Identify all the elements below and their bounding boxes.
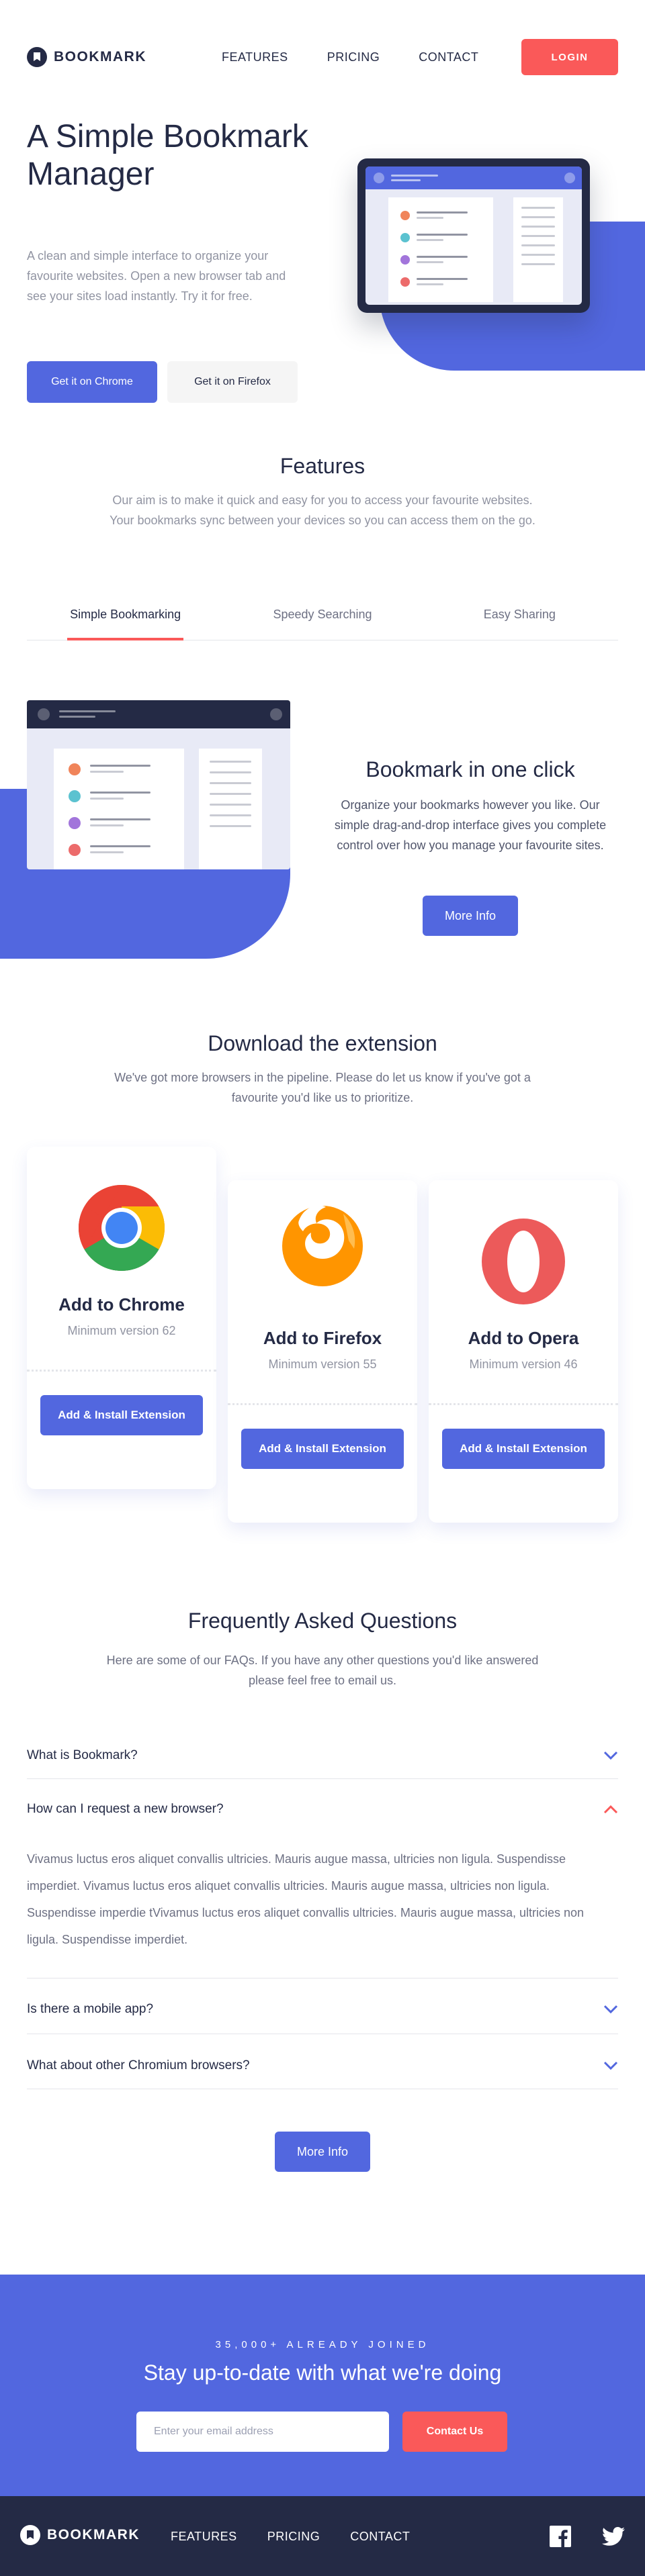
faq-item[interactable]: What about other Chromium browsers? bbox=[27, 2034, 618, 2089]
hero-title: A Simple Bookmark Manager bbox=[27, 119, 308, 192]
footer: BOOKMARK FEATURES PRICING CONTACT bbox=[0, 2496, 645, 2576]
brand-name: BOOKMARK bbox=[47, 2527, 140, 2542]
extensions-description: We've got more browsers in the pipeline.… bbox=[114, 1071, 531, 1104]
bookmark-logo-icon bbox=[27, 47, 47, 67]
feature-tabs: Simple Bookmarking Speedy Searching Easy… bbox=[27, 591, 618, 640]
features-title: Features bbox=[280, 454, 366, 478]
features-more-info-button[interactable]: More Info bbox=[423, 896, 518, 936]
hero-description: A clean and simple interface to organize… bbox=[27, 249, 286, 303]
faq-description: Here are some of our FAQs. If you have a… bbox=[106, 1654, 539, 1687]
footer-logo[interactable]: BOOKMARK bbox=[20, 2525, 140, 2545]
brand-logo[interactable]: BOOKMARK bbox=[27, 47, 146, 67]
get-chrome-button[interactable]: Get it on Chrome bbox=[27, 361, 157, 403]
card-version: Minimum version 46 bbox=[469, 1357, 578, 1371]
get-firefox-button[interactable]: Get it on Firefox bbox=[167, 361, 298, 403]
card-version: Minimum version 62 bbox=[67, 1324, 176, 1337]
top-navigation: BOOKMARK FEATURES PRICING CONTACT LOGIN bbox=[27, 37, 618, 77]
feature-panel-description: Organize your bookmarks however you like… bbox=[334, 798, 607, 852]
faq-item[interactable]: Is there a mobile app? bbox=[27, 1978, 618, 2034]
features-illustration bbox=[27, 700, 290, 869]
faq-question[interactable]: How can I request a new browser? bbox=[27, 1802, 224, 1817]
faq-question[interactable]: What about other Chromium browsers? bbox=[27, 2058, 250, 2073]
nav-links: FEATURES PRICING CONTACT bbox=[222, 50, 517, 64]
extension-card-firefox: Add to Firefox Minimum version 55 Add & … bbox=[228, 1180, 417, 1523]
faq-title: Frequently Asked Questions bbox=[187, 1609, 458, 1633]
install-chrome-button[interactable]: Add & Install Extension bbox=[40, 1395, 203, 1435]
opera-icon bbox=[482, 1219, 565, 1304]
card-divider bbox=[228, 1403, 417, 1405]
chevron-down-icon[interactable] bbox=[603, 2005, 618, 2014]
twitter-icon[interactable] bbox=[602, 2527, 625, 2546]
faq-more-info-button[interactable]: More Info bbox=[275, 2132, 370, 2172]
extension-card-opera: Add to Opera Minimum version 46 Add & In… bbox=[429, 1180, 618, 1523]
card-divider bbox=[27, 1370, 216, 1372]
nav-link-features[interactable]: FEATURES bbox=[222, 50, 288, 64]
card-title: Add to Chrome bbox=[58, 1294, 185, 1315]
extension-card-chrome: Add to Chrome Minimum version 62 Add & I… bbox=[27, 1147, 216, 1489]
card-version: Minimum version 55 bbox=[268, 1357, 377, 1371]
chevron-down-icon[interactable] bbox=[603, 2061, 618, 2070]
brand-name: BOOKMARK bbox=[54, 49, 146, 64]
faq-question[interactable]: What is Bookmark? bbox=[27, 1748, 138, 1763]
tab-easy-sharing[interactable]: Easy Sharing bbox=[421, 591, 618, 640]
footer-link-pricing[interactable]: PRICING bbox=[267, 2530, 320, 2544]
joined-count: 35,000+ ALREADY JOINED bbox=[215, 2339, 430, 2350]
chrome-icon bbox=[79, 1185, 165, 1271]
features-description: Our aim is to make it quick and easy for… bbox=[110, 493, 535, 527]
tab-simple-bookmarking[interactable]: Simple Bookmarking bbox=[27, 591, 224, 640]
install-firefox-button[interactable]: Add & Install Extension bbox=[241, 1429, 404, 1469]
card-title: Add to Opera bbox=[468, 1328, 579, 1348]
contact-us-button[interactable]: Contact Us bbox=[402, 2412, 507, 2452]
nav-link-pricing[interactable]: PRICING bbox=[327, 50, 380, 64]
tab-speedy-searching[interactable]: Speedy Searching bbox=[224, 591, 421, 640]
faq-item[interactable]: What is Bookmark? bbox=[27, 1725, 618, 1779]
bookmark-logo-icon bbox=[20, 2525, 40, 2545]
card-title: Add to Firefox bbox=[263, 1328, 382, 1348]
newsletter-title: Stay up-to-date with what we're doing bbox=[143, 2360, 502, 2385]
newsletter-section: 35,000+ ALREADY JOINED Stay up-to-date w… bbox=[0, 2275, 645, 2496]
facebook-icon[interactable] bbox=[550, 2526, 571, 2547]
faq-answer: Vivamus luctus eros aliquet convallis ul… bbox=[27, 1852, 585, 1946]
footer-link-contact[interactable]: CONTACT bbox=[350, 2530, 410, 2544]
faq-question[interactable]: Is there a mobile app? bbox=[27, 2002, 153, 2017]
footer-links: FEATURES PRICING CONTACT bbox=[171, 2530, 440, 2544]
card-divider bbox=[429, 1403, 618, 1405]
extensions-title: Download the extension bbox=[208, 1031, 437, 1055]
firefox-icon bbox=[282, 1205, 363, 1286]
feature-panel-title: Bookmark in one click bbox=[366, 757, 575, 781]
chevron-down-icon[interactable] bbox=[603, 1751, 618, 1760]
footer-link-features[interactable]: FEATURES bbox=[171, 2530, 237, 2544]
hero-illustration bbox=[357, 158, 590, 313]
email-input[interactable] bbox=[136, 2412, 389, 2452]
chevron-up-icon[interactable] bbox=[603, 1805, 618, 1814]
nav-link-contact[interactable]: CONTACT bbox=[419, 50, 478, 64]
install-opera-button[interactable]: Add & Install Extension bbox=[442, 1429, 605, 1469]
login-button[interactable]: LOGIN bbox=[521, 39, 618, 75]
